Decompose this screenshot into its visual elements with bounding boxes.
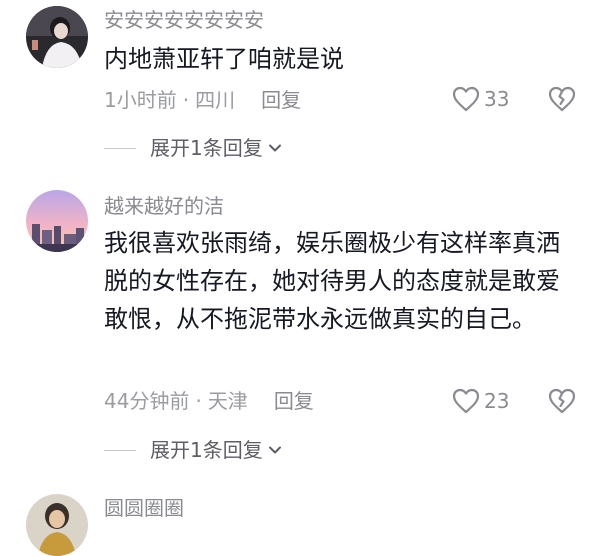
comment-username[interactable]: 越来越好的洁 [104,194,224,218]
like-count: 23 [484,389,510,413]
expand-replies-button[interactable]: 展开1条回复 [104,136,283,160]
comment-time: 44分钟前 [104,389,190,413]
reply-button[interactable]: 回复 [274,389,314,413]
broken-heart-icon [548,86,576,112]
avatar[interactable] [26,494,88,556]
heart-outline-icon [452,86,480,112]
like-button[interactable]: 33 [452,86,509,112]
comment-text: 我很喜欢张雨绮，娱乐圈极少有这样率真洒脱的女性存在，她对待男人的态度就是敢爱敢恨… [104,229,560,333]
dislike-button[interactable] [548,86,576,116]
comment-text: 内地萧亚轩了咱就是说 [104,45,344,73]
comment-username[interactable]: 圆圆圈圈 [104,496,184,520]
comment-location: 四川 [195,88,236,112]
heart-outline-icon [452,388,480,414]
chevron-down-icon [268,446,281,454]
reply-button[interactable]: 回复 [261,88,301,112]
avatar[interactable] [26,6,88,68]
expand-replies-label: 展开1条回复 [150,438,263,462]
comment-meta: 1小时前 · 四川 回复 [104,88,301,112]
meta-separator: · [182,88,190,112]
comment-meta: 44分钟前 · 天津 回复 [104,389,314,413]
dislike-button[interactable] [548,388,576,418]
divider [104,147,136,149]
like-button[interactable]: 23 [452,388,509,414]
expand-replies-button[interactable]: 展开1条回复 [104,438,283,462]
meta-separator: · [195,389,202,413]
chevron-down-icon [268,144,281,152]
comment-time: 1小时前 [104,88,177,112]
comment-location: 天津 [207,389,248,413]
avatar[interactable] [26,190,88,252]
broken-heart-icon [548,388,576,414]
expand-replies-label: 展开1条回复 [150,136,263,160]
divider [104,449,136,451]
comment-username[interactable]: 安安安安安安安安 [104,8,264,32]
like-count: 33 [484,87,510,111]
